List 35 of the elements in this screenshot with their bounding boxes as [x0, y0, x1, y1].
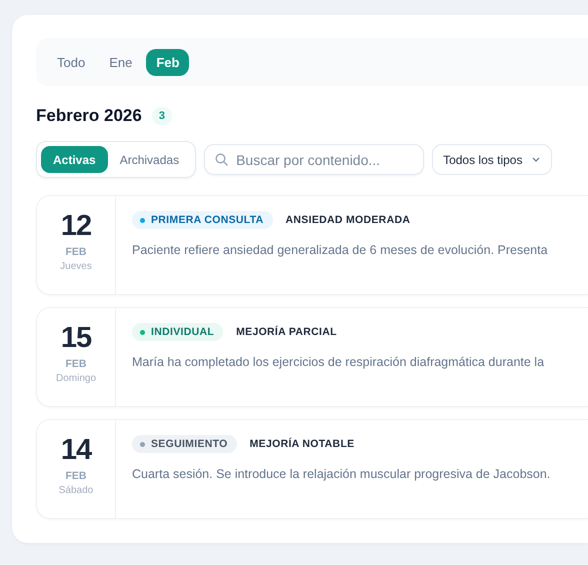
date-month: FEB — [66, 358, 86, 370]
status-tab[interactable]: Archivadas — [108, 146, 192, 173]
session-type-tag: SEGUIMIENTO — [132, 435, 237, 453]
type-dropdown[interactable]: Todos los tipos — [432, 144, 552, 175]
date-day: 14 — [60, 434, 92, 466]
status-dot-icon — [140, 442, 145, 446]
date-weekday: Domingo — [56, 373, 96, 384]
date-month: FEB — [66, 246, 86, 258]
count-badge: 3 — [152, 107, 172, 125]
search-field[interactable]: Buscar por contenido... — [204, 144, 424, 175]
status-dot-icon — [140, 330, 145, 334]
date-day: 12 — [60, 210, 92, 242]
assessment-label: MEJORÍA PARCIAL — [236, 326, 337, 338]
session-summary: María ha completado los ejercicios de respiración diafragmática durante la — [132, 355, 544, 369]
session-summary: Cuarta sesión. Se introduce la relajación muscular progresiva de Jacobson. — [132, 467, 550, 481]
month-tab[interactable]: Ene — [99, 48, 142, 76]
assessment-label: ANSIEDAD MODERADA — [286, 214, 410, 226]
session-card[interactable]: 12 FEB Jueves PRIMERA CONSULTA ANSIEDAD MODERADA Paciente refiere ansiedad generalizada de 6 meses de evolución. Presenta — [36, 195, 588, 295]
session-type-tag: INDIVIDUAL — [132, 323, 224, 341]
chevron-down-icon — [532, 157, 540, 162]
date-month: FEB — [66, 470, 86, 482]
session-type-tag: PRIMERA CONSULTA — [132, 211, 273, 229]
session-summary: Paciente refiere ansiedad generalizada de 6 meses de evolución. Presenta — [132, 243, 548, 257]
month-tab[interactable]: Todo — [47, 48, 96, 76]
session-card[interactable]: 14 FEB Sábado SEGUIMIENTO MEJORÍA NOTABLE Cuarta sesión. Se introduce la relajación muscular progresiva de Jacobson. — [36, 419, 588, 519]
status-tab[interactable]: Activas — [41, 146, 108, 173]
month-tab[interactable]: Feb — [146, 48, 190, 76]
date-weekday: Jueves — [60, 261, 92, 272]
date-weekday: Sábado — [58, 485, 94, 496]
month-heading: Febrero 2026 — [36, 106, 142, 126]
assessment-label: MEJORÍA NOTABLE — [250, 438, 354, 450]
date-day: 15 — [60, 322, 92, 354]
session-card[interactable]: 15 FEB Domingo INDIVIDUAL MEJORÍA PARCIAL María ha completado los ejercicios de respiración diafragmática durante la — [36, 307, 588, 407]
search-icon — [215, 153, 228, 166]
status-dot-icon — [140, 218, 145, 222]
